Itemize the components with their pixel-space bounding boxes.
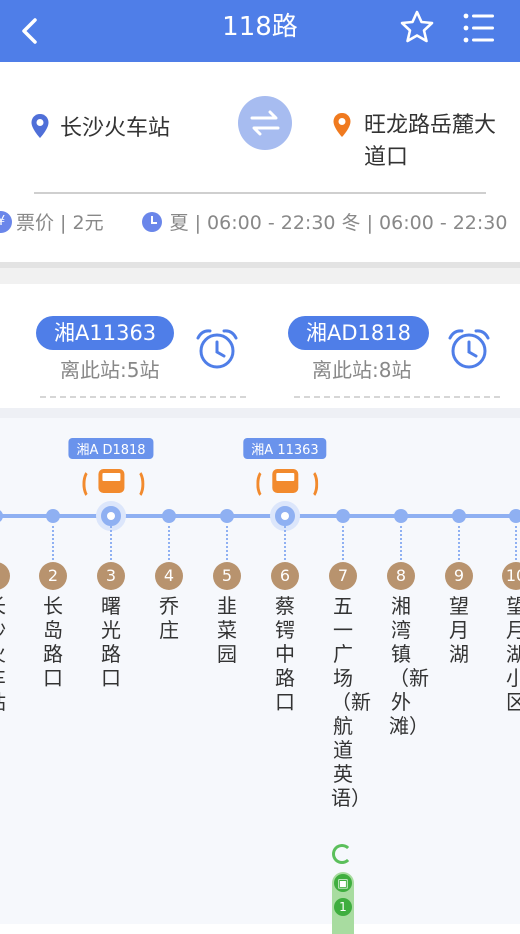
stop-name[interactable]: 长沙火车站 xyxy=(0,594,8,714)
page-title: 118路 xyxy=(222,12,298,42)
stop-dot xyxy=(162,509,176,523)
stop-name[interactable]: 湘湾镇（新外滩） xyxy=(389,594,429,738)
stop-number: 2 xyxy=(39,562,67,590)
stop-name[interactable]: 乔庄 xyxy=(157,594,181,642)
clock-icon xyxy=(141,211,162,232)
stop-number: 10 xyxy=(502,562,520,590)
fare-text: 票价 | 2元 xyxy=(16,212,104,234)
destination-station-label: 旺龙路岳麓大道口 xyxy=(364,113,497,170)
route-map[interactable]: 湘A D1818 湘A 11363 ▣ 1 1 长沙火车站 2 长岛路口 3 曙光路口 4 乔… xyxy=(0,408,520,934)
bus-distance: 离此站:8站 xyxy=(312,358,412,382)
stop-dot xyxy=(336,509,350,523)
stop-name[interactable]: 蔡锷中路口 xyxy=(273,594,297,714)
route-line xyxy=(0,514,520,518)
bus-distance: 离此站:5站 xyxy=(60,358,160,382)
top-bar: 118路 xyxy=(0,0,520,62)
origin-station[interactable]: 长沙火车站 xyxy=(30,110,170,142)
stop-connector xyxy=(226,526,228,560)
bus-card[interactable]: 湘AD1818 离此站:8站 xyxy=(288,316,498,406)
stop-number: 7 xyxy=(329,562,357,590)
alarm-clock-icon[interactable] xyxy=(194,326,240,372)
bus-plate: 湘A11363 xyxy=(36,316,175,350)
stop-name[interactable]: 曙光路口 xyxy=(99,594,123,690)
stop-number: 9 xyxy=(445,562,473,590)
stop-number: 1 xyxy=(0,562,10,590)
stop-name[interactable]: 韭菜园 xyxy=(215,594,239,666)
stop-dot xyxy=(46,509,60,523)
bus-signal-icon xyxy=(250,465,320,499)
stop-number: 5 xyxy=(213,562,241,590)
stop-name[interactable]: 长岛路口 xyxy=(41,594,65,690)
stop-connector xyxy=(400,526,402,560)
fare-coin-icon: ¥ xyxy=(0,210,12,233)
swap-direction-button[interactable] xyxy=(238,96,292,150)
incoming-buses: 湘A11363 离此站:5站 湘AD1818 离此站:8站 xyxy=(0,284,520,408)
bus-position-marker[interactable]: 湘A D1818 xyxy=(68,438,154,499)
bus-tag: 湘A D1818 xyxy=(68,438,154,459)
stop-number: 4 xyxy=(155,562,183,590)
transfer-refresh-icon[interactable] xyxy=(332,844,352,864)
origin-pin-icon xyxy=(31,114,49,138)
divider xyxy=(34,192,486,194)
destination-station[interactable]: 旺龙路岳麓大道口 xyxy=(332,110,512,174)
bus-signal-icon xyxy=(76,465,146,499)
stop-number: 8 xyxy=(387,562,415,590)
stop-connector xyxy=(284,526,286,560)
bus-position-marker[interactable]: 湘A 11363 xyxy=(243,438,327,499)
dashed-divider xyxy=(294,396,500,398)
stop-name[interactable]: 五一广场（新航道英语） xyxy=(331,594,371,810)
stop-dot xyxy=(452,509,466,523)
stop-name[interactable]: 望月湖 xyxy=(447,594,471,666)
stop-connector xyxy=(458,526,460,560)
stop-connector xyxy=(168,526,170,560)
stop-number: 6 xyxy=(271,562,299,590)
service-hours-text: 夏 | 06:00 - 22:30 冬 | 06:00 - 22:30 xyxy=(169,212,508,234)
stop-dot xyxy=(220,509,234,523)
transfer-bus-icon: ▣ xyxy=(334,874,352,892)
bus-tag: 湘A 11363 xyxy=(243,438,327,459)
stop-connector xyxy=(52,526,54,560)
stop-number: 3 xyxy=(97,562,125,590)
list-menu-icon[interactable] xyxy=(460,10,498,46)
stop-dot xyxy=(509,509,520,523)
fare-hours-row: ¥ 票价 | 2元 夏 | 06:00 - 22:30 冬 | 06:00 - … xyxy=(0,208,520,235)
stop-connector xyxy=(110,526,112,560)
stop-dot xyxy=(394,509,408,523)
bus-card[interactable]: 湘A11363 离此站:5站 xyxy=(36,316,246,406)
destination-pin-icon xyxy=(333,113,351,137)
alarm-clock-icon[interactable] xyxy=(446,326,492,372)
stop-connector xyxy=(515,526,517,560)
favorite-star-icon[interactable] xyxy=(398,8,436,46)
swap-arrows-icon xyxy=(250,110,280,136)
transfer-badge: 1 xyxy=(334,898,352,916)
station-panel: 长沙火车站 旺龙路岳麓大道口 ¥ 票价 | 2元 夏 | 06:00 - 22:… xyxy=(0,62,520,262)
stop-dot xyxy=(0,509,3,523)
stop-name[interactable]: 望月湖小区 xyxy=(504,594,520,714)
bus-plate: 湘AD1818 xyxy=(288,316,429,350)
stop-connector xyxy=(342,526,344,560)
dashed-divider xyxy=(40,396,246,398)
origin-station-label: 长沙火车站 xyxy=(60,116,171,141)
section-separator xyxy=(0,262,520,284)
transfer-bar: ▣ 1 xyxy=(332,872,354,934)
